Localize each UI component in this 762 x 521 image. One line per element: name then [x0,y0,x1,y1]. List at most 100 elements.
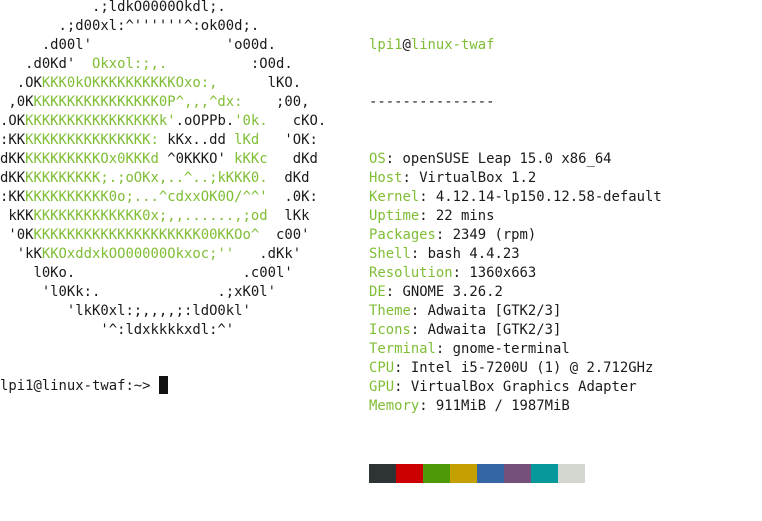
logo-line: l0Ko. .c00l' [0,264,326,283]
color-swatch [504,464,531,483]
logo-segment: Okxol:;,. [92,56,168,72]
logo-line: .d0Kd' Okxol:;,. :O0d. [0,55,326,74]
color-swatch [369,464,396,483]
info-value: Intel i5-7200U (1) @ 2.712GHz [410,360,654,376]
logo-segment: .d0Kd' [0,56,92,72]
logo-segment: KKK0kOKKKKKKKKKKOxo:, [41,75,218,91]
logo-segment: '0K [0,227,34,243]
logo-segment: kKKc [234,151,268,167]
info-key: Uptime [369,208,420,224]
info-separator: : [402,170,420,186]
logo-segment: '0k. [234,113,268,129]
logo-line: .OKKKKKKKKKKKKKKKKKk'.oOPPb.'0k. cKO. [0,112,326,131]
info-value: gnome-terminal [452,341,570,357]
logo-segment: :O0d. [167,56,293,72]
info-key: Memory [369,398,420,414]
logo-segment: .;d00xl:^''''''^:ok00d;. [0,18,260,34]
info-value: VirtualBox 1.2 [419,170,537,186]
info-value: Adwaita [GTK2/3] [427,303,562,319]
logo-line: kKKKKKKKKKKKKKKK0x;,,......,;od lKk [0,207,326,226]
info-value: 22 mins [435,208,495,224]
info-row-kernel: Kernel: 4.12.14-lp150.12.58-default [369,188,662,207]
logo-segment: 'lkK0xl:;,,,,;:ldO0kl' [0,303,251,319]
info-key: Packages [369,227,436,243]
color-palette [369,464,662,483]
terminal-window[interactable]: .;ldkO0000Okdl;. .;d00xl:^''''''^:ok00d;… [0,0,762,483]
user-host-header: lpi1@linux-twaf [369,36,662,55]
info-separator: : [435,341,453,357]
logo-line: ,0KKKKKKKKKKKKKKKK0P^,,,^dx: ;00, [0,93,326,112]
logo-segment: .OK [0,113,26,129]
info-row-resolution: Resolution: 1360x663 [369,264,662,283]
logo-segment: .0K: [267,189,318,205]
logo-segment: '^:ldxkkkkxdl:^' [0,322,235,338]
info-key: Icons [369,322,411,338]
logo-segment: .oOPPb. [175,113,235,129]
info-row-shell: Shell: bash 4.4.23 [369,245,662,264]
info-separator: : [452,265,470,281]
info-separator: : [419,398,436,414]
logo-segment: KKKKKKKKKK0o;...^cdxxOK0O/^^' [25,189,268,205]
logo-segment: .d00l' 'o00d. [0,37,276,53]
info-row-host: Host: VirtualBox 1.2 [369,169,662,188]
at-sign: @ [402,37,411,53]
logo-segment: lKO. [217,75,302,91]
opensuse-ascii-logo: .;ldkO0000Okdl;. .;d00xl:^''''''^:ok00d;… [0,0,326,340]
info-value: GNOME 3.26.2 [402,284,503,300]
logo-segment: 'kK [0,246,42,262]
info-value: Adwaita [GTK2/3] [427,322,562,338]
text-cursor [158,376,168,394]
logo-line: :KKKKKKKKKKKK0o;...^cdxxOK0O/^^' .0K: [0,188,326,207]
info-separator: : [394,379,411,395]
info-separator: : [419,208,436,224]
info-row-uptime: Uptime: 22 mins [369,207,662,226]
info-key: OS [369,151,386,167]
logo-segment: KKKKKKKKKOx0KKKd [25,151,168,167]
logo-segment: kKK [0,208,34,224]
info-key: Theme [369,303,411,319]
logo-segment: ,0K [0,94,34,110]
logo-line: .;ldkO0000Okdl;. [0,0,326,17]
color-swatch [531,464,558,483]
color-swatch [450,464,477,483]
color-swatch [477,464,504,483]
logo-line: '^:ldxkkkkxdl:^' [0,321,326,340]
logo-segment: KKKKKKKKKKKKK0x;,,......,;od [33,208,268,224]
info-separator: : [410,246,428,262]
logo-segment: KKKKKKKKKKKKKKK: [25,132,168,148]
logo-line: 'kKKKOxddxkOO00000Okxoc;'' .dKk' [0,245,326,264]
logo-segment: KKKKKKKKKKKKKKK0P^,,,^dx: [33,94,243,110]
logo-segment: .;ldkO0000Okdl;. [0,0,226,15]
logo-segment: dKd [267,151,318,167]
logo-line: :KKKKKKKKKKKKKKKKK: kKx..dd lKd 'OK: [0,131,326,150]
logo-segment: dKK [0,170,26,186]
logo-segment: lKk [267,208,310,224]
info-value: VirtualBox Graphics Adapter [410,379,637,395]
logo-segment: KKKKKKKKK;.;oOKx,..^..;kKKK0. [25,170,268,186]
info-value: 911MiB / 1987MiB [435,398,570,414]
info-value: 2349 (rpm) [452,227,537,243]
info-separator: : [419,189,436,205]
logo-line: dKKKKKKKKKKKOx0KKKd ^0KKKO' kKKc dKd [0,150,326,169]
info-separator: : [385,151,403,167]
info-separator: : [410,303,428,319]
info-key: GPU [369,379,395,395]
user-name: lpi1 [369,37,403,53]
shell-prompt[interactable]: lpi1@linux-twaf:~> [0,376,168,396]
logo-segment: dKK [0,151,26,167]
info-row-cpu: CPU: Intel i5-7200U (1) @ 2.712GHz [369,359,662,378]
host-name: linux-twaf [410,37,495,53]
info-separator: : [385,284,403,300]
logo-segment: kKx..dd [167,132,235,148]
logo-segment: lKd [234,132,260,148]
info-key: Terminal [369,341,436,357]
info-value: bash 4.4.23 [427,246,520,262]
info-row-icons: Icons: Adwaita [GTK2/3] [369,321,662,340]
logo-segment: KKKKKKKKKKKKKKKKk' [25,113,176,129]
system-info-panel: lpi1@linux-twaf --------------- OS: open… [369,0,662,521]
color-swatch [396,464,423,483]
logo-segment: l0Ko. .c00l' [0,265,293,281]
info-separator: : [410,322,428,338]
logo-segment: .dKk' [234,246,302,262]
info-key: Resolution [369,265,453,281]
